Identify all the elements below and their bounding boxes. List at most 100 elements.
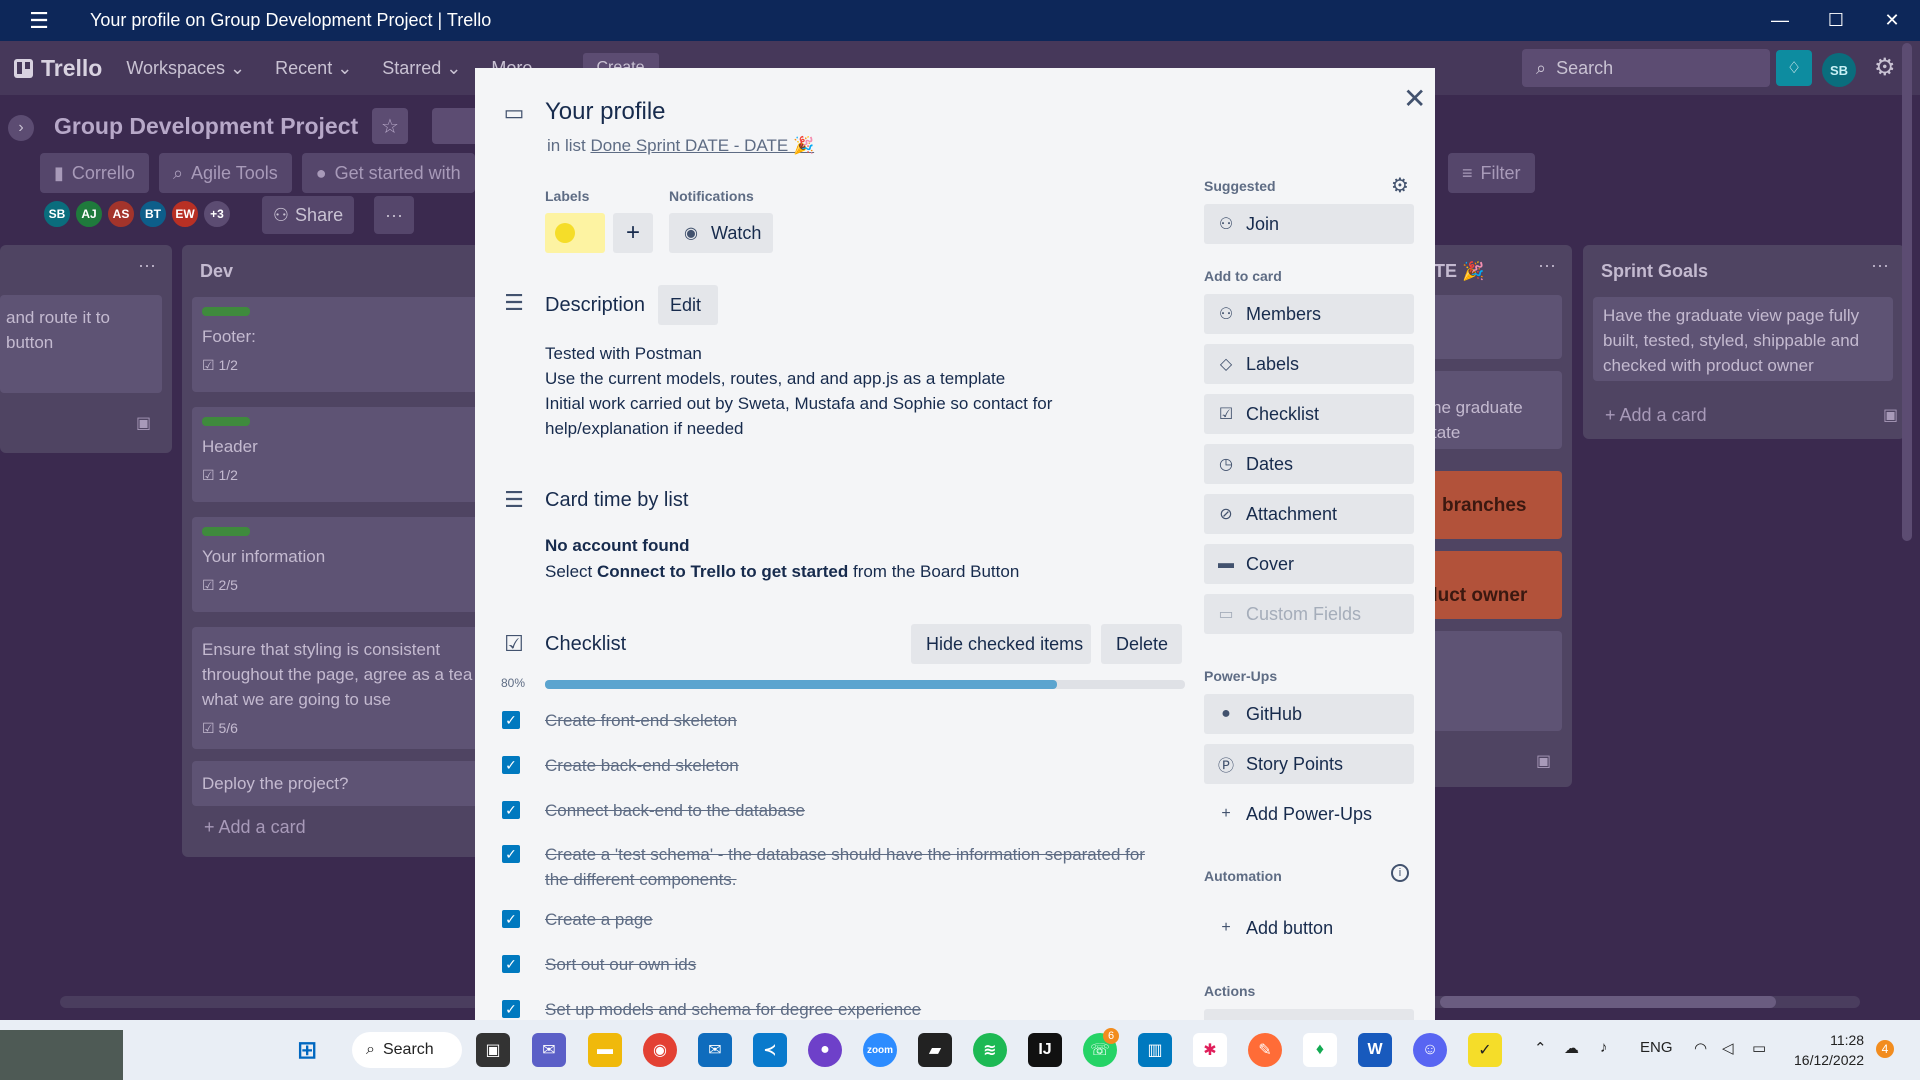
list-title-fragment[interactable]: TE 🎉 bbox=[1434, 261, 1484, 282]
list-item[interactable]: Header ☑ 1/2 bbox=[192, 407, 482, 502]
share-button[interactable]: ⚇ Share bbox=[262, 196, 354, 234]
template-icon[interactable]: ▣ bbox=[136, 413, 151, 433]
add-card-button[interactable]: + Add a card bbox=[1605, 405, 1707, 426]
delete-button[interactable]: Delete bbox=[1101, 624, 1182, 664]
action-button[interactable] bbox=[1204, 1009, 1414, 1020]
chevron-up-icon[interactable]: ⌃ bbox=[1534, 1039, 1547, 1057]
wifi-icon[interactable]: ◠ bbox=[1694, 1039, 1707, 1057]
member-avatar[interactable]: +3 bbox=[202, 199, 232, 229]
checkbox[interactable]: ✓ bbox=[502, 910, 520, 928]
hide-checked-button[interactable]: Hide checked items bbox=[911, 624, 1091, 664]
edit-button[interactable]: Edit bbox=[658, 285, 718, 325]
checkbox[interactable]: ✓ bbox=[502, 756, 520, 774]
member-avatar[interactable]: EW bbox=[170, 199, 200, 229]
word-icon[interactable]: W bbox=[1358, 1033, 1392, 1067]
avatar[interactable]: SB bbox=[1822, 53, 1856, 87]
list-link[interactable]: Done Sprint DATE - DATE 🎉 bbox=[590, 136, 814, 155]
add-button-button[interactable]: + Add button bbox=[1204, 908, 1414, 948]
intellij-icon[interactable]: IJ bbox=[1028, 1033, 1062, 1067]
member-avatar[interactable]: SB bbox=[42, 199, 72, 229]
list-title[interactable]: Sprint Goals bbox=[1601, 261, 1708, 282]
star-icon[interactable]: ☆ bbox=[372, 108, 408, 144]
language-indicator[interactable]: ENG bbox=[1640, 1039, 1673, 1056]
filter-button[interactable]: ≡ Filter bbox=[1448, 153, 1535, 193]
label-chip[interactable] bbox=[545, 213, 605, 253]
trello-logo[interactable]: Trello bbox=[14, 55, 102, 82]
checkbox[interactable]: ✓ bbox=[502, 711, 520, 729]
list-item[interactable]: Your information ☑ 2/5 bbox=[192, 517, 482, 612]
minimize-button[interactable]: — bbox=[1752, 0, 1808, 41]
checklist-item[interactable]: ✓ Sort out our own ids bbox=[502, 952, 1155, 977]
clock[interactable]: 11:28 16/12/2022 bbox=[1794, 1030, 1864, 1070]
list-item[interactable]: Ensure that styling is consistent throug… bbox=[192, 627, 482, 749]
discord-icon[interactable]: ☺ bbox=[1413, 1033, 1447, 1067]
list-item[interactable]: Footer: ☑ 1/2 bbox=[192, 297, 482, 392]
checklist-button[interactable]: ☑ Checklist bbox=[1204, 394, 1414, 434]
sticky-notes-icon[interactable]: ▰ bbox=[918, 1033, 952, 1067]
volume-icon[interactable]: ◁ bbox=[1722, 1039, 1734, 1057]
github-button[interactable]: ● GitHub bbox=[1204, 694, 1414, 734]
notifications-icon[interactable]: ♢ bbox=[1776, 50, 1812, 86]
chevron-right-icon[interactable]: › bbox=[8, 115, 34, 141]
close-window-button[interactable]: ✕ bbox=[1864, 0, 1920, 41]
watch-button[interactable]: ◉ Watch bbox=[669, 213, 773, 253]
list-title[interactable]: Dev bbox=[200, 261, 233, 282]
microphone-icon[interactable]: ♪ bbox=[1600, 1039, 1608, 1056]
nav-starred[interactable]: Starred ⌄ bbox=[382, 58, 461, 79]
zoom-icon[interactable]: zoom bbox=[863, 1033, 897, 1067]
task-view-icon[interactable]: ▣ bbox=[476, 1033, 510, 1067]
agile-tools-button[interactable]: ⌕ Agile Tools bbox=[158, 153, 292, 193]
checklist-item[interactable]: ✓ Connect back-end to the database bbox=[502, 798, 1155, 823]
checklist-item[interactable]: ✓ Create front-end skeleton bbox=[502, 708, 1155, 733]
taskbar-search[interactable]: ⌕ Search bbox=[352, 1032, 462, 1068]
member-avatar[interactable]: BT bbox=[138, 199, 168, 229]
template-icon[interactable]: ▣ bbox=[1883, 405, 1898, 425]
close-icon[interactable]: ✕ bbox=[1403, 82, 1426, 115]
postman-icon[interactable]: ✎ bbox=[1248, 1033, 1282, 1067]
gear-icon[interactable]: ⚙ bbox=[1391, 173, 1409, 198]
nav-workspaces[interactable]: Workspaces ⌄ bbox=[126, 58, 245, 79]
join-button[interactable]: ⚇ Join bbox=[1204, 204, 1414, 244]
checkbox[interactable]: ✓ bbox=[502, 845, 520, 863]
checklist-item[interactable]: ✓ Create back-end skeleton bbox=[502, 753, 1155, 778]
list-item[interactable]: he graduate tate bbox=[1420, 371, 1562, 449]
nav-recent[interactable]: Recent ⌄ bbox=[275, 58, 352, 79]
list-menu-icon[interactable]: ··· bbox=[1871, 255, 1889, 276]
list-menu-icon[interactable]: ··· bbox=[138, 255, 156, 276]
add-card-button[interactable]: + Add a card bbox=[204, 817, 306, 838]
teams-chat-icon[interactable]: ✉ bbox=[532, 1033, 566, 1067]
start-icon[interactable]: ⊞ bbox=[290, 1033, 324, 1067]
checkbox[interactable]: ✓ bbox=[502, 955, 520, 973]
list-item[interactable]: and route it to button bbox=[0, 295, 162, 393]
spotify-icon[interactable]: ≋ bbox=[973, 1033, 1007, 1067]
members-button[interactable]: ⚇ Members bbox=[1204, 294, 1414, 334]
checkbox[interactable]: ✓ bbox=[502, 1000, 520, 1018]
add-label-button[interactable]: + bbox=[613, 213, 653, 253]
scrollbar-thumb[interactable] bbox=[1440, 996, 1776, 1008]
story-points-button[interactable]: Ⓟ Story Points bbox=[1204, 744, 1414, 784]
list-menu-icon[interactable]: ··· bbox=[1538, 255, 1556, 276]
checklist-item[interactable]: ✓ Create a 'test schema' - the database s… bbox=[502, 842, 1155, 892]
vertical-scrollbar[interactable] bbox=[1902, 43, 1912, 541]
attachment-button[interactable]: ⊘ Attachment bbox=[1204, 494, 1414, 534]
dates-button[interactable]: ◷ Dates bbox=[1204, 444, 1414, 484]
checkbox[interactable]: ✓ bbox=[502, 801, 520, 819]
list-item[interactable]: Have the graduate view page fully built,… bbox=[1593, 297, 1893, 381]
maximize-button[interactable]: ☐ bbox=[1808, 0, 1864, 41]
member-avatar[interactable]: AS bbox=[106, 199, 136, 229]
gear-icon[interactable]: ⚙ bbox=[1874, 53, 1896, 82]
vscode-icon[interactable]: ≺ bbox=[753, 1033, 787, 1067]
search-input[interactable]: ⌕ Search bbox=[1522, 49, 1770, 87]
checklist-item[interactable]: ✓ Create a page bbox=[502, 907, 1155, 932]
list-item[interactable]: Deploy the project? bbox=[192, 761, 482, 806]
labels-button[interactable]: ◇ Labels bbox=[1204, 344, 1414, 384]
get-started-button[interactable]: ● Get started with bbox=[301, 153, 475, 193]
board-name[interactable]: Group Development Project bbox=[54, 113, 358, 140]
hamburger-menu-icon[interactable]: ☰ bbox=[20, 0, 58, 41]
github-desktop-icon[interactable]: ● bbox=[808, 1033, 842, 1067]
slack-icon[interactable]: ✱ bbox=[1193, 1033, 1227, 1067]
custom-fields-button[interactable]: ▭ Custom Fields bbox=[1204, 594, 1414, 634]
checklist-item[interactable]: ✓ Set up models and schema for degree exp… bbox=[502, 997, 1155, 1020]
add-power-ups-button[interactable]: + Add Power-Ups bbox=[1204, 794, 1414, 834]
chrome-icon[interactable]: ◉ bbox=[643, 1033, 677, 1067]
